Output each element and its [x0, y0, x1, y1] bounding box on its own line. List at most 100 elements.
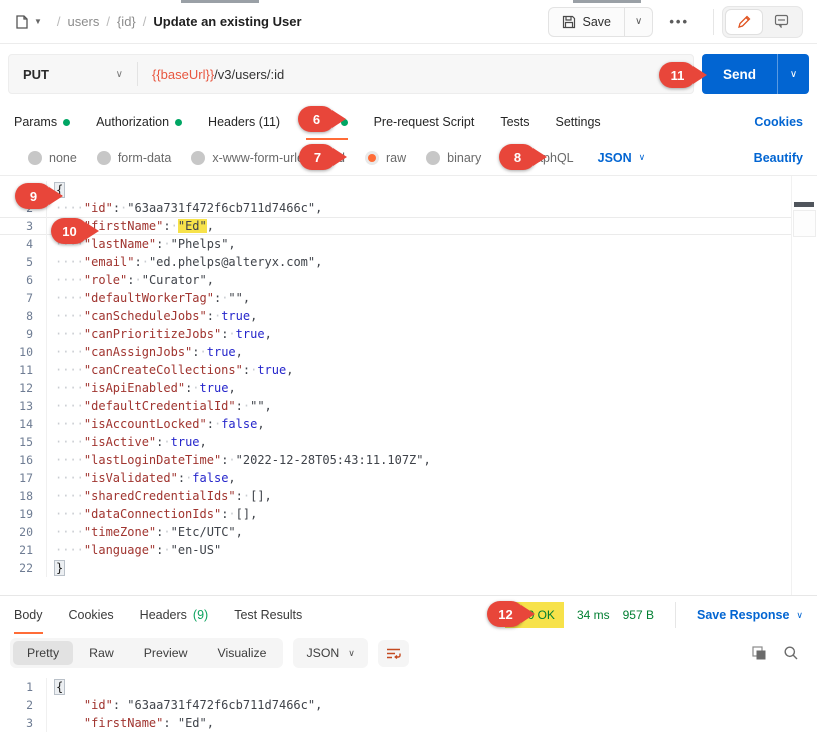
- send-options-button[interactable]: ∨: [777, 54, 809, 94]
- wrap-lines-button[interactable]: [378, 640, 409, 667]
- annotation-marker-10: 10: [51, 218, 88, 244]
- code-token: ,: [243, 291, 250, 305]
- code-token: :: [207, 417, 214, 431]
- response-format-select[interactable]: JSON ∨: [293, 638, 367, 668]
- code-token: ,: [315, 255, 322, 269]
- response-tab-test-results[interactable]: Test Results: [234, 596, 302, 634]
- code-token: true: [221, 309, 250, 323]
- method-select[interactable]: PUT ∨: [9, 67, 137, 82]
- code-content: ····"canCreateCollections":·true,: [46, 361, 817, 379]
- tab-authorization[interactable]: Authorization: [96, 104, 182, 140]
- annotation-marker-7: 7: [299, 144, 336, 170]
- annotation-marker-9: 9: [15, 183, 52, 209]
- line-number: 21: [0, 541, 46, 559]
- response-view-switcher: PrettyRawPreviewVisualize: [10, 638, 283, 668]
- code-token: "dataConnectionIds": [84, 507, 221, 521]
- view-preview[interactable]: Preview: [130, 641, 202, 665]
- green-dot: [175, 119, 182, 126]
- save-options-button[interactable]: ∨: [624, 8, 652, 36]
- response-editor-lines: 1{2 "id": "63aa731f472f6cb711d7466c",3 "…: [0, 678, 817, 732]
- code-token: "en-US": [171, 543, 222, 557]
- line-number: 4: [0, 235, 46, 253]
- highlighted-token: "Ed": [178, 219, 207, 233]
- code-token: :: [192, 345, 199, 359]
- scrollbar-annotation-mark: [794, 202, 814, 207]
- body-type-form-data[interactable]: form-data: [97, 151, 172, 165]
- code-token: :: [178, 471, 185, 485]
- radio-icon: [426, 151, 440, 165]
- tab-label: Cookies: [69, 608, 114, 622]
- breadcrumb-users[interactable]: users: [68, 14, 100, 29]
- tab-settings[interactable]: Settings: [556, 104, 601, 140]
- breadcrumb-id[interactable]: {id}: [117, 14, 136, 29]
- code-token: false: [221, 417, 257, 431]
- cookies-link[interactable]: Cookies: [754, 115, 803, 129]
- line-number: 3: [0, 217, 46, 235]
- response-time: 34 ms: [577, 608, 610, 622]
- body-format-select[interactable]: JSON ∨: [598, 151, 646, 165]
- code-token: ,: [315, 698, 322, 712]
- search-icon[interactable]: [783, 645, 799, 661]
- line-number: 8: [0, 307, 46, 325]
- editor-scrollbar[interactable]: [791, 176, 817, 595]
- code-token: ····: [55, 525, 84, 539]
- method-url-field: PUT ∨ {{baseUrl}}/v3/users/:id: [8, 54, 694, 94]
- send-button[interactable]: Send: [702, 54, 777, 94]
- code-token: false: [192, 471, 228, 485]
- code-content: "id": "63aa731f472f6cb711d7466c",: [46, 696, 817, 714]
- code-token: [],: [236, 507, 258, 521]
- code-token: ,: [257, 417, 264, 431]
- code-line: 21····"language":·"en-US": [0, 541, 817, 559]
- code-token: ,: [207, 273, 214, 287]
- code-token: {: [55, 680, 64, 694]
- body-type-raw[interactable]: raw: [365, 151, 406, 165]
- code-token: ,: [424, 453, 431, 467]
- body-type-none[interactable]: none: [28, 151, 77, 165]
- code-content: ····"defaultWorkerTag":·"",: [46, 289, 817, 307]
- code-content: }: [46, 559, 817, 577]
- response-body-editor[interactable]: 1{2 "id": "63aa731f472f6cb711d7466c",3 "…: [0, 672, 817, 738]
- breadcrumb-separator: /: [106, 14, 110, 29]
- code-token: :: [236, 489, 243, 503]
- tab-pre-request-script[interactable]: Pre-request Script: [374, 104, 475, 140]
- save-button[interactable]: Save: [549, 8, 625, 36]
- body-type-label: binary: [447, 151, 481, 165]
- beautify-link[interactable]: Beautify: [754, 151, 803, 165]
- tab-headers-11[interactable]: Headers (11): [208, 104, 280, 140]
- more-options-button[interactable]: •••: [659, 8, 699, 35]
- radio-icon: [97, 151, 111, 165]
- code-token: ,: [250, 309, 257, 323]
- pencil-icon: [737, 15, 751, 29]
- save-response-label: Save Response: [697, 608, 789, 622]
- save-response-button[interactable]: Save Response ∨: [697, 608, 803, 622]
- code-token: "canAssignJobs": [84, 345, 192, 359]
- tab-params[interactable]: Params: [14, 104, 70, 140]
- radio-icon: [28, 151, 42, 165]
- body-type-binary[interactable]: binary: [426, 151, 481, 165]
- response-tab-headers[interactable]: Headers (9): [140, 596, 209, 634]
- code-token: ·: [163, 237, 170, 251]
- request-type-dropdown[interactable]: ▼: [14, 14, 42, 30]
- line-number: 7: [0, 289, 46, 307]
- scrollbar-thumb[interactable]: [793, 210, 816, 237]
- response-tab-body[interactable]: Body: [14, 596, 43, 634]
- tab-tests[interactable]: Tests: [500, 104, 529, 140]
- code-line: 6····"role":·"Curator",: [0, 271, 817, 289]
- code-token: ,: [265, 399, 272, 413]
- edit-mode-button[interactable]: [725, 9, 763, 35]
- comments-button[interactable]: [763, 9, 800, 35]
- save-icon: [562, 15, 576, 29]
- view-pretty[interactable]: Pretty: [13, 641, 73, 665]
- view-visualize[interactable]: Visualize: [203, 641, 280, 665]
- line-number: 11: [0, 361, 46, 379]
- view-raw[interactable]: Raw: [75, 641, 128, 665]
- code-token: true: [236, 327, 265, 341]
- request-body-editor[interactable]: 1{2····"id":·"63aa731f472f6cb711d7466c",…: [0, 176, 817, 595]
- code-token: ·: [163, 435, 170, 449]
- code-token: [],: [250, 489, 272, 503]
- code-content: ····"lastName":·"Phelps",: [46, 235, 817, 253]
- response-tab-cookies[interactable]: Cookies: [69, 596, 114, 634]
- copy-icon[interactable]: [751, 645, 767, 661]
- url-input[interactable]: {{baseUrl}}/v3/users/:id: [138, 67, 298, 82]
- tab-label: Body: [14, 608, 43, 622]
